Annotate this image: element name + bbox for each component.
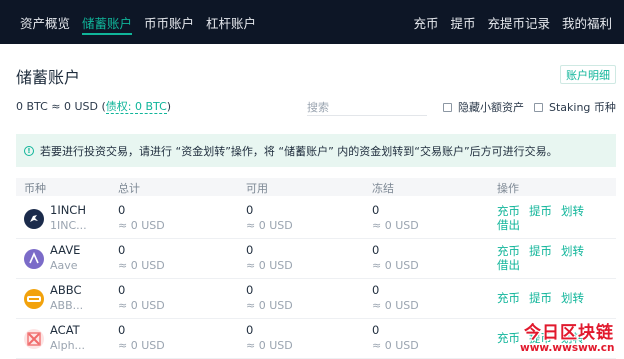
available-value: 0	[246, 203, 254, 217]
coin-name: Alph...	[50, 339, 86, 352]
total-value: 0	[118, 203, 126, 217]
staking-checkbox[interactable]	[534, 102, 543, 112]
available-usd: ≈ 0 USD	[246, 219, 293, 232]
nav-deposit-withdraw-history[interactable]: 充提币记录	[487, 0, 550, 44]
nav-withdraw[interactable]: 提币	[450, 0, 475, 44]
coin-symbol: 1INCH	[50, 203, 86, 217]
table-row: 1INCH 1INC... 0 ≈ 0 USD 0 ≈ 0 USD 0 ≈ 0 …	[16, 199, 616, 239]
page-title: 储蓄账户	[16, 68, 81, 87]
nav-spot-account[interactable]: 币币账户	[144, 0, 194, 44]
withdraw-link[interactable]: 提币	[529, 203, 552, 219]
available-value: 0	[246, 283, 254, 297]
available-usd: ≈ 0 USD	[246, 299, 293, 312]
nav-my-benefits[interactable]: 我的福利	[562, 0, 612, 44]
balance-suffix: )	[166, 100, 172, 113]
coin-name: ABB...	[50, 299, 84, 312]
nav-right: 充币 提币 充提币记录 我的福利	[401, 0, 612, 44]
table-row: AAVE Aave 0 ≈ 0 USD 0 ≈ 0 USD 0 ≈ 0 USD …	[16, 239, 616, 279]
hide-small-assets-option[interactable]: 隐藏小额资产	[443, 99, 524, 115]
nav-left: 资产概览 储蓄账户 币币账户 杠杆账户	[20, 0, 268, 44]
acat-coin-icon	[24, 329, 44, 349]
total-usd: ≈ 0 USD	[118, 339, 165, 352]
col-available: 可用	[246, 182, 268, 195]
balance-summary: 0 BTC ≈ 0 USD (债权: 0 BTC)	[16, 98, 171, 114]
col-actions: 操作	[497, 182, 519, 195]
table-header: 币种 总计 可用 冻结 操作	[16, 178, 616, 196]
withdraw-link[interactable]: 提币	[529, 243, 552, 259]
staking-label: Staking 币种	[549, 101, 616, 114]
frozen-value: 0	[372, 283, 380, 297]
top-nav: 资产概览 储蓄账户 币币账户 杠杆账户 充币 提币 充提币记录 我的福利	[0, 0, 624, 44]
coin-symbol: ACAT	[50, 323, 80, 337]
staking-option[interactable]: Staking 币种	[534, 99, 616, 115]
table-row: ABBC ABB... 0 ≈ 0 USD 0 ≈ 0 USD 0 ≈ 0 US…	[16, 279, 616, 319]
coin-name: 1INC...	[50, 219, 87, 232]
coin-name: Aave	[50, 259, 78, 272]
coin-symbol: ABBC	[50, 283, 82, 297]
transfer-link[interactable]: 划转	[561, 203, 584, 219]
available-usd: ≈ 0 USD	[246, 339, 293, 352]
transfer-link[interactable]: 划转	[561, 290, 584, 306]
page-header: 储蓄账户 账户明细	[16, 63, 616, 87]
transfer-link[interactable]: 划转	[561, 243, 584, 259]
available-usd: ≈ 0 USD	[246, 259, 293, 272]
frozen-value: 0	[372, 203, 380, 217]
frozen-value: 0	[372, 243, 380, 257]
lend-link[interactable]: 借出	[497, 257, 520, 273]
transfer-notice: ! 若要进行投资交易，请进行 “资金划转”操作，将 “储蓄账户” 内的资金划转到…	[16, 134, 616, 167]
nav-asset-overview[interactable]: 资产概览	[20, 0, 70, 44]
col-frozen: 冻结	[372, 182, 394, 195]
total-value: 0	[118, 243, 126, 257]
watermark-url: www.wwsww.cn	[520, 342, 615, 354]
coin-symbol: AAVE	[50, 243, 81, 257]
withdraw-link[interactable]: 提币	[529, 290, 552, 306]
notice-text: 若要进行投资交易，请进行 “资金划转”操作，将 “储蓄账户” 内的资金划转到“交…	[40, 144, 558, 158]
col-coin: 币种	[24, 182, 46, 195]
total-usd: ≈ 0 USD	[118, 259, 165, 272]
balance-row: 0 BTC ≈ 0 USD (债权: 0 BTC) 搜索 隐藏小额资产 Stak…	[16, 96, 616, 116]
total-value: 0	[118, 283, 126, 297]
hide-small-assets-label: 隐藏小额资产	[458, 101, 524, 114]
frozen-usd: ≈ 0 USD	[372, 299, 419, 312]
frozen-usd: ≈ 0 USD	[372, 339, 419, 352]
hide-small-assets-checkbox[interactable]	[443, 102, 452, 112]
total-value: 0	[118, 323, 126, 337]
deposit-link[interactable]: 充币	[497, 290, 520, 306]
aave-coin-icon	[24, 249, 44, 269]
search-input[interactable]: 搜索	[307, 96, 427, 116]
frozen-value: 0	[372, 323, 380, 337]
frozen-usd: ≈ 0 USD	[372, 219, 419, 232]
account-detail-button[interactable]: 账户明细	[560, 65, 616, 84]
1inch-coin-icon	[24, 209, 44, 229]
balance-total: 0 BTC ≈ 0 USD (	[16, 100, 106, 113]
lend-link[interactable]: 借出	[497, 217, 520, 233]
nav-deposit[interactable]: 充币	[413, 0, 438, 44]
available-value: 0	[246, 243, 254, 257]
nav-margin-account[interactable]: 杠杆账户	[206, 0, 256, 44]
abbc-coin-icon	[24, 289, 44, 309]
col-total: 总计	[118, 182, 140, 195]
total-usd: ≈ 0 USD	[118, 219, 165, 232]
watermark-logo: 今日区块链 www.wwsww.cn	[498, 318, 624, 359]
balance-debt[interactable]: 债权: 0 BTC	[105, 100, 167, 114]
total-usd: ≈ 0 USD	[118, 299, 165, 312]
available-value: 0	[246, 323, 254, 337]
watermark-title: 今日区块链	[524, 323, 614, 343]
frozen-usd: ≈ 0 USD	[372, 259, 419, 272]
info-icon: !	[24, 145, 34, 156]
nav-savings-account[interactable]: 储蓄账户	[82, 0, 133, 44]
